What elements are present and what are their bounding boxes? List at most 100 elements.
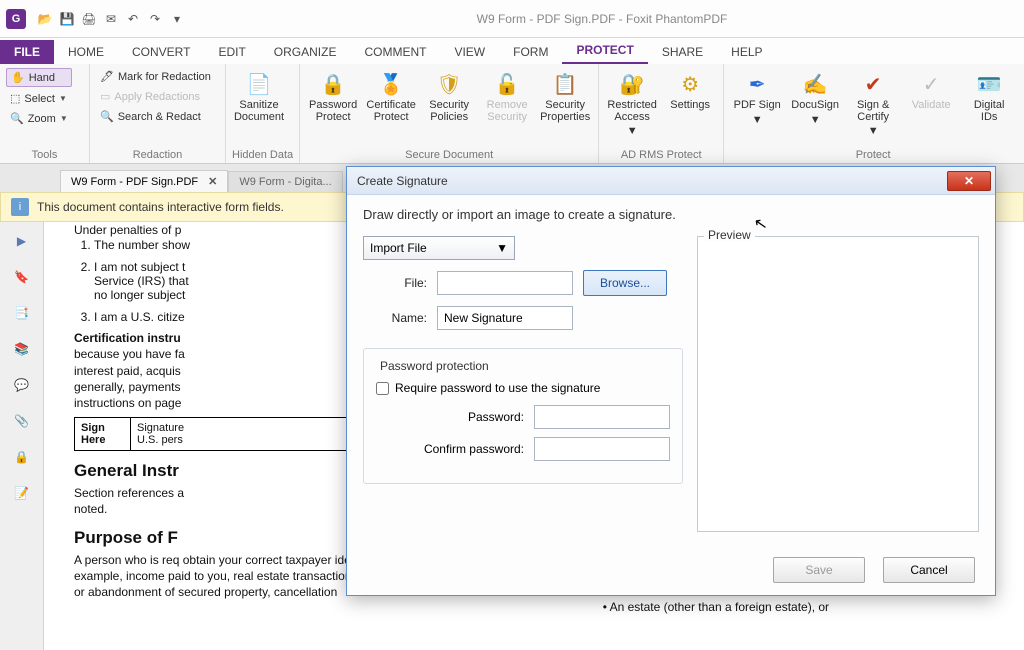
- signature-cell: Signature U.S. pers: [131, 418, 190, 450]
- adrms-settings[interactable]: ⚙Settings: [663, 68, 717, 114]
- lbl: DocuSign: [791, 100, 839, 112]
- caret-icon: ▼: [810, 114, 821, 126]
- save-button[interactable]: Save: [773, 557, 865, 583]
- cursor-icon: ⬚: [10, 92, 20, 105]
- security-icon[interactable]: 🔒: [11, 446, 33, 468]
- pdf-sign[interactable]: ✒PDF Sign▼: [730, 68, 784, 128]
- dialog-title: Create Signature: [357, 174, 947, 188]
- doc-tab-active[interactable]: W9 Form - PDF Sign.PDF ✕: [60, 170, 228, 192]
- open-icon[interactable]: 📂: [36, 10, 54, 28]
- tab-view[interactable]: VIEW: [440, 40, 499, 64]
- tab-protect[interactable]: PROTECT: [562, 38, 647, 64]
- docusign-icon: ✍: [801, 70, 829, 98]
- qat-more-icon[interactable]: ▾: [168, 10, 186, 28]
- sign-certify[interactable]: ✔Sign & Certify▼: [846, 68, 900, 139]
- print-icon[interactable]: 🖨: [80, 10, 98, 28]
- caret-icon: ▼: [59, 94, 67, 103]
- save-icon[interactable]: 💾: [58, 10, 76, 28]
- search-redact[interactable]: 🔍Search & Redact: [96, 108, 215, 125]
- file-path-input[interactable]: [437, 271, 573, 295]
- tab-organize[interactable]: ORGANIZE: [260, 40, 351, 64]
- signature-preview: Preview: [697, 236, 979, 532]
- unlock-icon: 🔓: [493, 70, 521, 98]
- group-label: Hidden Data: [232, 147, 293, 163]
- confirm-password-label: Confirm password:: [424, 442, 524, 456]
- browse-button[interactable]: Browse...: [583, 270, 667, 296]
- mark-label: Mark for Redaction: [118, 71, 211, 83]
- tab-help[interactable]: HELP: [717, 40, 776, 64]
- lbl: PDF Sign: [734, 100, 781, 112]
- doc-tab-inactive[interactable]: W9 Form - Digita...: [228, 171, 342, 192]
- caret-icon: ▼: [868, 125, 879, 137]
- undo-icon[interactable]: ↶: [124, 10, 142, 28]
- attachments-icon[interactable]: 📎: [11, 410, 33, 432]
- layers-icon[interactable]: 📚: [11, 338, 33, 360]
- group-label: AD RMS Protect: [605, 147, 717, 163]
- password-input[interactable]: [534, 405, 670, 429]
- ribbon-group-redaction: 🖊Mark for Redaction ▭Apply Redactions 🔍S…: [90, 64, 226, 163]
- doc-text: The number show: [94, 238, 190, 252]
- certificate-protect[interactable]: 🏅Certificate Protect: [364, 68, 418, 125]
- dialog-close-button[interactable]: ✕: [947, 171, 991, 191]
- doc-text: Certification instru: [74, 331, 181, 345]
- hand-icon: ✋: [11, 71, 25, 84]
- name-label: Name:: [381, 311, 427, 325]
- titlebar: G 📂 💾 🖨 ✉ ↶ ↷ ▾ W9 Form - PDF Sign.PDF -…: [0, 0, 1024, 38]
- ribbon: ✋Hand ⬚Select▼ 🔍Zoom▼ Tools 🖊Mark for Re…: [0, 64, 1024, 164]
- tab-comment[interactable]: COMMENT: [350, 40, 440, 64]
- confirm-password-input[interactable]: [534, 437, 670, 461]
- signature-name-input[interactable]: [437, 306, 573, 330]
- digital-ids[interactable]: 🪪Digital IDs: [962, 68, 1016, 125]
- select-tool[interactable]: ⬚Select▼: [6, 90, 72, 107]
- file-label: File:: [381, 276, 427, 290]
- lbl: Digital IDs: [964, 100, 1014, 123]
- bookmarks-icon[interactable]: 🔖: [11, 266, 33, 288]
- doc-tab-label: W9 Form - Digita...: [239, 176, 331, 188]
- tab-convert[interactable]: CONVERT: [118, 40, 204, 64]
- email-icon[interactable]: ✉: [102, 10, 120, 28]
- pages-icon[interactable]: 📑: [11, 302, 33, 324]
- zoom-tool[interactable]: 🔍Zoom▼: [6, 110, 72, 127]
- restricted-access[interactable]: 🔐Restricted Access▼: [605, 68, 659, 139]
- require-password-checkbox[interactable]: [376, 382, 389, 395]
- zoom-label: Zoom: [28, 113, 56, 125]
- validate-icon: ✓: [917, 70, 945, 98]
- ribbon-group-protect: ✒PDF Sign▼ ✍ DocuSign ▼ ✔Sign & Certify▼ ✓…: [724, 64, 1022, 163]
- quick-access-toolbar: G 📂 💾 🖨 ✉ ↶ ↷ ▾: [6, 9, 186, 29]
- ribbon-tabs: FILE HOME CONVERT EDIT ORGANIZE COMMENT …: [0, 38, 1024, 64]
- sanitize-label: Sanitize Document: [234, 100, 284, 123]
- password-protect[interactable]: 🔒Password Protect: [306, 68, 360, 125]
- group-label: Protect: [730, 147, 1016, 163]
- mark-redaction[interactable]: 🖊Mark for Redaction: [96, 68, 215, 85]
- tab-form[interactable]: FORM: [499, 40, 562, 64]
- lbl: Certificate Protect: [366, 100, 416, 123]
- cancel-button[interactable]: Cancel: [883, 557, 975, 583]
- hand-tool[interactable]: ✋Hand: [6, 68, 72, 87]
- close-icon[interactable]: ✕: [208, 175, 217, 188]
- redo-icon[interactable]: ↷: [146, 10, 164, 28]
- docusign[interactable]: ✍ DocuSign ▼: [788, 68, 842, 128]
- ribbon-group-hidden: 📄 Sanitize Document Hidden Data: [226, 64, 300, 163]
- tab-file[interactable]: FILE: [0, 40, 54, 64]
- group-label: Tools: [6, 147, 83, 163]
- signatures-panel-icon[interactable]: 📝: [11, 482, 33, 504]
- expand-icon[interactable]: ▶: [11, 230, 33, 252]
- gear-icon: ⚙: [676, 70, 704, 98]
- security-policies[interactable]: 🛡Security Policies: [422, 68, 476, 125]
- signature-source-combo[interactable]: Import File ▼: [363, 236, 515, 260]
- ribbon-group-tools: ✋Hand ⬚Select▼ 🔍Zoom▼ Tools: [0, 64, 90, 163]
- dialog-titlebar[interactable]: Create Signature ✕: [347, 167, 995, 195]
- tab-home[interactable]: HOME: [54, 40, 118, 64]
- lbl: Password Protect: [308, 100, 358, 123]
- search-icon: 🔍: [100, 110, 114, 123]
- stamp-icon: ✔: [859, 70, 887, 98]
- preview-label: Preview: [704, 228, 755, 242]
- ribbon-group-secure: 🔒Password Protect 🏅Certificate Protect 🛡…: [300, 64, 599, 163]
- comments-icon[interactable]: 💬: [11, 374, 33, 396]
- tab-share[interactable]: SHARE: [648, 40, 717, 64]
- combo-value: Import File: [370, 241, 427, 255]
- sanitize-document[interactable]: 📄 Sanitize Document: [232, 68, 286, 125]
- tab-edit[interactable]: EDIT: [204, 40, 259, 64]
- app-icon: G: [6, 9, 26, 29]
- security-properties[interactable]: 📋Security Properties: [538, 68, 592, 125]
